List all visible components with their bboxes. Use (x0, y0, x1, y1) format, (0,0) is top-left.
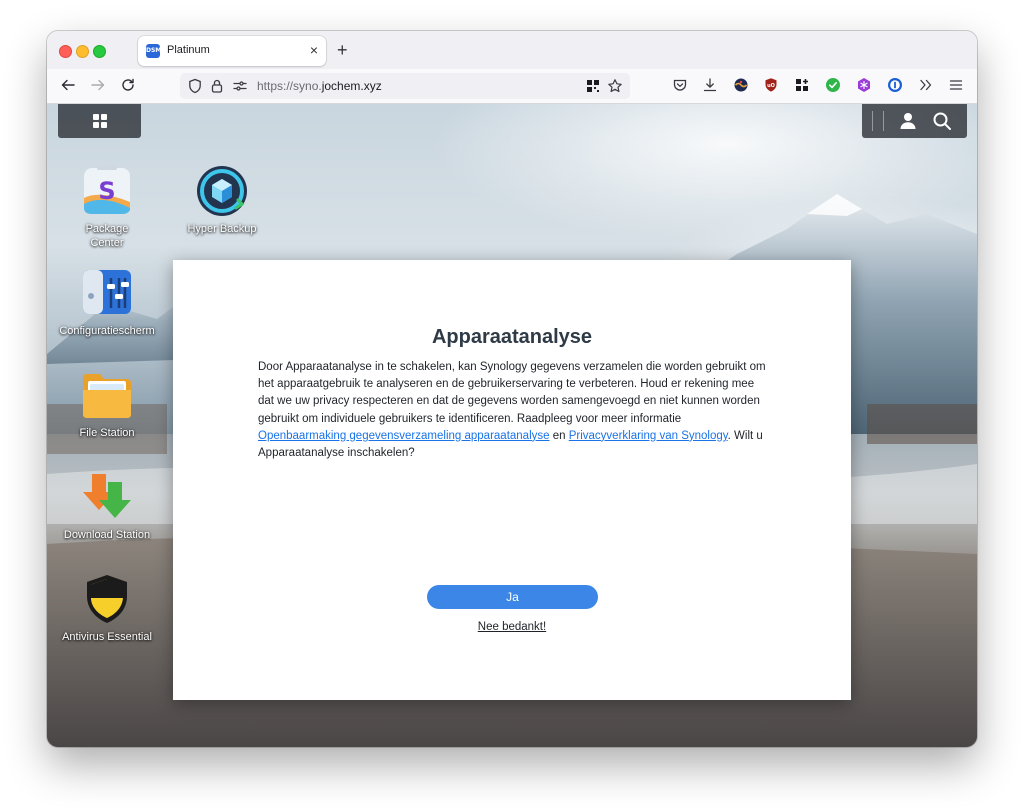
control-panel-label: Configuratiescherm (59, 325, 155, 337)
url-domain: jochem.xyz (321, 79, 382, 93)
pocket-icon[interactable] (672, 77, 688, 93)
window-close-button[interactable] (59, 45, 72, 58)
yes-button[interactable]: Ja (427, 585, 598, 609)
reload-icon (122, 78, 134, 91)
new-tab-button[interactable]: + (337, 40, 348, 60)
qr-code-icon[interactable] (585, 78, 601, 94)
lock-icon[interactable] (209, 78, 225, 94)
file-station-label: File Station (79, 427, 135, 439)
dialog-body: Door Apparaatanalyse in te schakelen, ka… (258, 359, 768, 462)
dsm-favicon-icon: DSM (146, 44, 161, 58)
search-icon[interactable] (932, 111, 952, 131)
download-icon[interactable] (702, 77, 718, 93)
package-center-label: Package Center (85, 223, 129, 249)
url-bar[interactable]: https://syno.jochem.xyz (180, 73, 630, 99)
forward-button[interactable] (89, 77, 107, 95)
svg-text:S: S (98, 177, 115, 205)
bookmark-star-icon[interactable] (607, 78, 623, 94)
no-thanks-label[interactable]: Nee bedankt! (478, 621, 546, 633)
privacy-statement-link[interactable]: Privacyverklaring van Synology (569, 430, 728, 442)
main-menu-icon (93, 114, 107, 128)
url-text[interactable]: https://syno.jochem.xyz (257, 79, 382, 93)
download-station-label: Download Station (63, 529, 151, 541)
browser-window: DSM Platinum × + https://syno.jochem.xyz… (47, 31, 977, 747)
dsm-desktop: S Package Center Hyper Backup Configurat… (47, 104, 977, 747)
tracking-shield-icon[interactable] (187, 78, 203, 94)
device-analytics-dialog: Apparaatanalyse Door Apparaatanalyse in … (173, 260, 851, 700)
menu-icon[interactable] (948, 77, 964, 93)
main-menu-button[interactable] (58, 104, 141, 138)
desktop-icon-download-station[interactable]: Download Station (52, 470, 162, 542)
url-scheme: https://syno. (257, 79, 322, 93)
disclosure-link[interactable]: Openbaarmaking gegevensverzameling appar… (258, 430, 550, 442)
package-center-icon: S (80, 164, 134, 218)
extension-purple-icon[interactable] (856, 77, 872, 93)
svg-text:uO: uO (767, 83, 775, 89)
antivirus-icon (80, 572, 134, 626)
no-thanks-link: Nee bedankt! (173, 621, 851, 633)
check-extension-icon[interactable] (825, 77, 841, 93)
window-minimize-button[interactable] (76, 45, 89, 58)
download-station-icon (80, 470, 134, 524)
back-button[interactable] (59, 77, 77, 95)
hyper-backup-label: Hyper Backup (187, 223, 257, 235)
tab-close-icon[interactable]: × (310, 42, 318, 58)
dialog-body-intro: Door Apparaatanalyse in te schakelen, ka… (258, 361, 766, 425)
top-right-toolbar (862, 104, 967, 138)
permissions-icon[interactable] (232, 78, 248, 94)
extension-squares-icon[interactable] (794, 77, 810, 93)
desktop-icon-hyper-backup[interactable]: Hyper Backup (167, 164, 277, 236)
tab-strip: DSM Platinum × + (47, 31, 977, 69)
hyper-backup-icon (195, 164, 249, 218)
more-tools-icon[interactable] (918, 77, 934, 93)
navigation-bar: https://syno.jochem.xyz uO (47, 69, 977, 104)
reload-button[interactable] (119, 77, 137, 95)
browser-tab[interactable]: DSM Platinum × (138, 36, 326, 66)
desktop-icon-package-center[interactable]: S Package Center (52, 164, 162, 250)
1password-icon[interactable] (887, 77, 903, 93)
ublock-origin-icon[interactable]: uO (763, 77, 779, 93)
forward-arrow-icon (91, 79, 105, 91)
desktop-icon-antivirus[interactable]: Antivirus Essential (52, 572, 162, 644)
tab-title: Platinum (167, 44, 210, 56)
back-arrow-icon (61, 79, 75, 91)
window-zoom-button[interactable] (93, 45, 106, 58)
dialog-title: Apparaatanalyse (431, 326, 593, 348)
file-station-icon (80, 368, 134, 422)
control-panel-icon (80, 266, 134, 320)
user-icon[interactable] (898, 111, 918, 131)
extension-globe-icon[interactable] (733, 77, 749, 93)
desktop-icon-file-station[interactable]: File Station (52, 368, 162, 440)
dialog-body-and: en (549, 429, 569, 442)
antivirus-label: Antivirus Essential (62, 631, 152, 643)
desktop-icon-control-panel[interactable]: Configuratiescherm (52, 266, 162, 338)
